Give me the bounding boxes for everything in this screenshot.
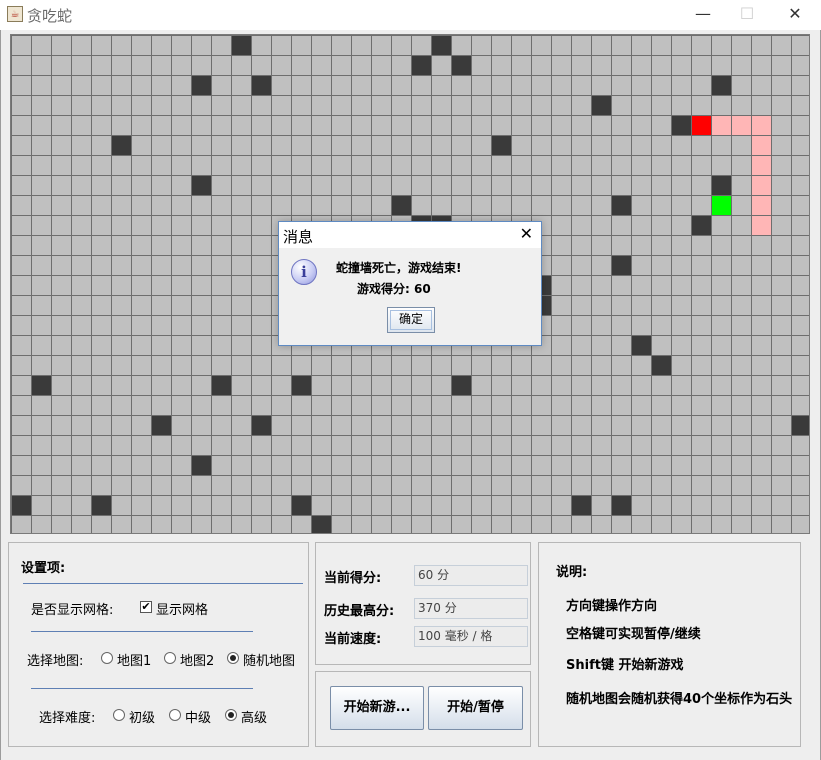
speed-field: 100 毫秒 / 格	[414, 626, 528, 647]
stone-cell	[671, 115, 691, 135]
stone-cell	[291, 495, 311, 515]
difficulty-hard-radio[interactable]	[225, 709, 237, 721]
maximize-icon: ☐	[739, 4, 755, 23]
help-line: 方向键操作方向	[566, 599, 658, 614]
stone-cell	[411, 55, 431, 75]
stone-cell	[451, 375, 471, 395]
snake-body-cell	[751, 115, 771, 135]
stats-panel: 当前得分: 60 分 历史最高分: 370 分 当前速度: 100 毫秒 / 格	[315, 542, 531, 665]
snake-body-cell	[751, 195, 771, 215]
stone-cell	[251, 75, 271, 95]
show-grid-checkbox-label[interactable]: 显示网格	[156, 599, 208, 618]
difficulty-hard-label[interactable]: 高级	[241, 707, 267, 726]
window-title: 贪吃蛇	[27, 7, 73, 25]
stone-cell	[31, 375, 51, 395]
stone-cell	[11, 495, 31, 515]
stone-cell	[91, 495, 111, 515]
divider	[31, 688, 253, 689]
difficulty-medium-radio[interactable]	[169, 709, 181, 721]
pause-button[interactable]: 开始/暂停	[428, 686, 523, 730]
stone-cell	[691, 215, 711, 235]
difficulty-easy-radio[interactable]	[113, 709, 125, 721]
stone-cell	[151, 415, 171, 435]
stone-cell	[431, 35, 451, 55]
minimize-icon[interactable]: —	[680, 0, 726, 30]
difficulty-easy-label[interactable]: 初级	[129, 707, 155, 726]
stone-cell	[391, 195, 411, 215]
info-icon: i	[291, 259, 317, 285]
stone-cell	[451, 55, 471, 75]
buttons-panel: 开始新游... 开始/暂停	[315, 671, 531, 747]
stone-cell	[191, 175, 211, 195]
help-title: 说明:	[556, 565, 588, 580]
show-grid-checkbox[interactable]: ✔	[140, 601, 152, 613]
score-label: 当前得分:	[324, 571, 382, 586]
stone-cell	[711, 175, 731, 195]
map-label: 选择地图:	[27, 654, 84, 669]
random-map-radio[interactable]	[227, 652, 239, 664]
help-panel: 说明: 方向键操作方向 空格键可实现暂停/继续 Shift键 开始新游戏 随机地…	[538, 542, 801, 747]
snake-body-cell	[751, 155, 771, 175]
speed-label: 当前速度:	[324, 632, 382, 647]
difficulty-medium-label[interactable]: 中级	[185, 707, 211, 726]
stone-cell	[191, 455, 211, 475]
snake-body-cell	[751, 175, 771, 195]
stone-cell	[311, 515, 331, 533]
stone-cell	[291, 375, 311, 395]
snake-head	[691, 115, 711, 135]
divider	[23, 583, 303, 584]
dialog-message: 蛇撞墙死亡，游戏结束!	[336, 261, 462, 275]
best-score-label: 历史最高分:	[324, 604, 395, 619]
stone-cell	[631, 335, 651, 355]
message-dialog: 消息 ✕ i 蛇撞墙死亡，游戏结束! 游戏得分: 60 确定	[278, 221, 542, 346]
stone-cell	[191, 75, 211, 95]
score-field: 60 分	[414, 565, 528, 586]
close-icon[interactable]: ✕	[772, 0, 818, 30]
settings-panel: 设置项: 是否显示网格: ✔ 显示网格 选择地图: 地图1 地图2 随机地图 选…	[8, 542, 309, 747]
dialog-close-icon[interactable]: ✕	[520, 224, 533, 243]
dialog-title: 消息	[283, 228, 314, 246]
help-line: 空格键可实现暂停/继续	[566, 627, 701, 642]
random-map-label[interactable]: 随机地图	[243, 650, 295, 669]
map-1-label[interactable]: 地图1	[117, 650, 151, 669]
settings-title: 设置项:	[21, 561, 66, 576]
dialog-score: 游戏得分: 60	[357, 282, 431, 296]
help-line: Shift键 开始新游戏	[566, 658, 684, 673]
dialog-title-bar: 消息 ✕	[279, 222, 541, 248]
stone-cell	[591, 95, 611, 115]
stone-cell	[611, 195, 631, 215]
snake-body-cell	[711, 115, 731, 135]
snake-body-cell	[751, 215, 771, 235]
stone-cell	[791, 415, 809, 435]
map-1-radio[interactable]	[101, 652, 113, 664]
map-2-label[interactable]: 地图2	[180, 650, 214, 669]
divider	[31, 631, 253, 632]
snake-body-cell	[731, 115, 751, 135]
grid-label: 是否显示网格:	[31, 603, 114, 618]
title-bar: ☕ 贪吃蛇 — ☐ ✕	[0, 0, 821, 30]
stone-cell	[231, 35, 251, 55]
new-game-button[interactable]: 开始新游...	[330, 686, 424, 730]
stone-cell	[711, 75, 731, 95]
help-line: 随机地图会随机获得40个坐标作为石头	[566, 692, 793, 707]
best-score-field: 370 分	[414, 598, 528, 619]
stone-cell	[251, 415, 271, 435]
stone-cell	[571, 495, 591, 515]
ok-button[interactable]: 确定	[387, 307, 435, 333]
stone-cell	[491, 135, 511, 155]
stone-cell	[611, 255, 631, 275]
stone-cell	[651, 355, 671, 375]
stone-cell	[211, 375, 231, 395]
difficulty-label: 选择难度:	[39, 711, 96, 726]
snake-body-cell	[751, 135, 771, 155]
food-cell	[711, 195, 731, 215]
java-cup-icon: ☕	[7, 6, 23, 22]
map-2-radio[interactable]	[164, 652, 176, 664]
stone-cell	[111, 135, 131, 155]
stone-cell	[611, 495, 631, 515]
